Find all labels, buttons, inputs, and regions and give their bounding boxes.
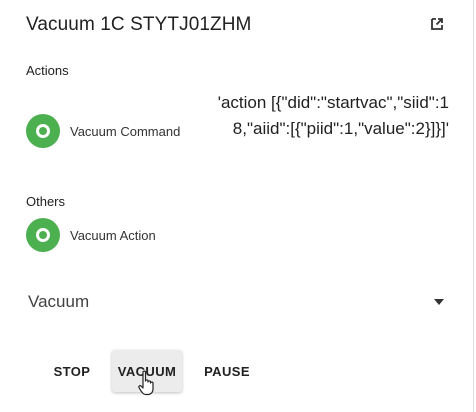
vacuum-command-value: 'action [{"did":"startvac","siid":18,"ai… [217, 93, 449, 138]
pause-button[interactable]: PAUSE [196, 350, 258, 392]
open-in-new-icon[interactable] [429, 16, 445, 32]
circle-icon [26, 218, 60, 252]
vacuum-button[interactable]: VACUUM [112, 350, 182, 392]
stop-button[interactable]: STOP [44, 350, 100, 392]
circle-icon [26, 114, 60, 148]
actions-section-label: Actions [26, 63, 69, 78]
dialog-title: Vacuum 1C STYTJ01ZHM [26, 14, 252, 35]
entity-dialog: Vacuum 1C STYTJ01ZHM Actions Vacuum Comm… [0, 0, 474, 412]
chevron-down-icon [434, 299, 444, 305]
vacuum-command-name[interactable]: Vacuum Command [70, 124, 180, 139]
others-section-label: Others [26, 194, 66, 209]
vacuum-action-name[interactable]: Vacuum Action [70, 228, 156, 243]
mode-select-value: Vacuum [28, 292, 90, 311]
mode-select[interactable]: Vacuum [26, 282, 450, 322]
